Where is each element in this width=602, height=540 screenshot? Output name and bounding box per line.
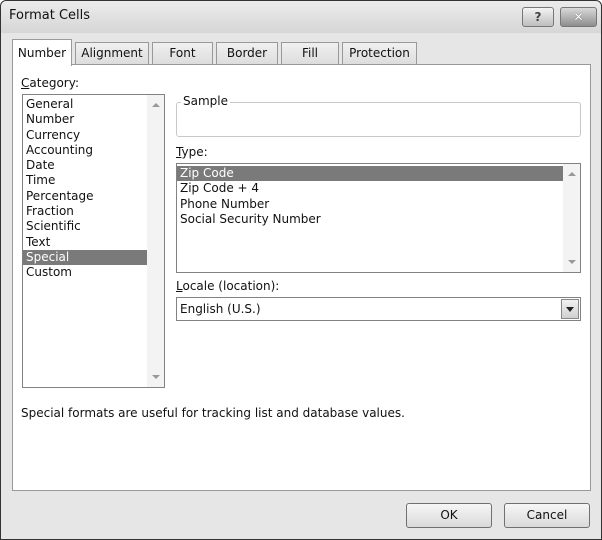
dialog-title: Format Cells bbox=[9, 8, 91, 23]
tab-alignment[interactable]: Alignment bbox=[75, 42, 149, 65]
locale-dropdown-button[interactable] bbox=[561, 299, 579, 319]
category-list-item[interactable]: Time bbox=[23, 173, 147, 188]
category-listbox[interactable]: General Number Currency Accounting Date Time P… bbox=[22, 94, 165, 388]
type-list-item[interactable]: Social Security Number bbox=[177, 212, 563, 227]
close-icon: ✕ bbox=[573, 10, 584, 24]
chevron-down-icon bbox=[566, 307, 574, 312]
scroll-down-icon[interactable] bbox=[152, 375, 160, 379]
category-list-item[interactable]: General bbox=[23, 97, 147, 112]
category-list-item[interactable]: Custom bbox=[23, 265, 147, 280]
sample-box bbox=[176, 102, 581, 137]
scroll-up-icon[interactable] bbox=[568, 172, 576, 176]
scroll-up-icon[interactable] bbox=[152, 103, 160, 107]
category-list-item[interactable]: Number bbox=[23, 112, 147, 127]
category-list-item[interactable]: Currency bbox=[23, 128, 147, 143]
category-list-item[interactable]: Text bbox=[23, 235, 147, 250]
tab-font[interactable]: Font bbox=[152, 42, 213, 65]
help-button[interactable]: ? bbox=[522, 7, 554, 27]
tab-fill[interactable]: Fill bbox=[281, 42, 339, 65]
type-list-item[interactable]: Phone Number bbox=[177, 197, 563, 212]
scroll-down-icon[interactable] bbox=[568, 260, 576, 264]
type-list-item[interactable]: Zip Code bbox=[177, 166, 563, 182]
category-list-item[interactable]: Percentage bbox=[23, 189, 147, 204]
locale-value: English (U.S.) bbox=[180, 302, 261, 316]
sample-label: Sample bbox=[181, 94, 230, 108]
help-icon: ? bbox=[534, 10, 542, 24]
cancel-button[interactable]: Cancel bbox=[504, 503, 590, 528]
category-list-item[interactable]: Fraction bbox=[23, 204, 147, 219]
tab-protection[interactable]: Protection bbox=[342, 42, 417, 65]
category-list-item[interactable]: Accounting bbox=[23, 143, 147, 158]
category-list-item[interactable]: Scientific bbox=[23, 219, 147, 234]
locale-dropdown[interactable]: English (U.S.) bbox=[176, 297, 581, 321]
type-list-item[interactable]: Zip Code + 4 bbox=[177, 181, 563, 196]
tab-border[interactable]: Border bbox=[216, 42, 278, 65]
category-label: Category: bbox=[21, 76, 79, 90]
format-description: Special formats are useful for tracking … bbox=[21, 406, 405, 420]
type-listbox[interactable]: Zip Code Zip Code + 4 Phone Number Social S… bbox=[176, 163, 581, 273]
category-list-item[interactable]: Special bbox=[23, 249, 147, 266]
format-cells-dialog: Format Cells ? ✕ Number Alignment Font B… bbox=[0, 0, 602, 540]
tab-number[interactable]: Number bbox=[12, 39, 72, 66]
category-scrollbar[interactable] bbox=[147, 95, 164, 387]
locale-label: Locale (location): bbox=[176, 279, 280, 293]
type-scrollbar[interactable] bbox=[563, 164, 580, 272]
title-bar[interactable]: Format Cells ? ✕ bbox=[1, 1, 601, 33]
ok-button[interactable]: OK bbox=[406, 503, 492, 528]
type-label: Type: bbox=[176, 145, 208, 159]
number-tab-panel: Category: General Number Currency Accountin… bbox=[12, 64, 591, 491]
category-list-item[interactable]: Date bbox=[23, 158, 147, 173]
close-button[interactable]: ✕ bbox=[560, 7, 597, 27]
